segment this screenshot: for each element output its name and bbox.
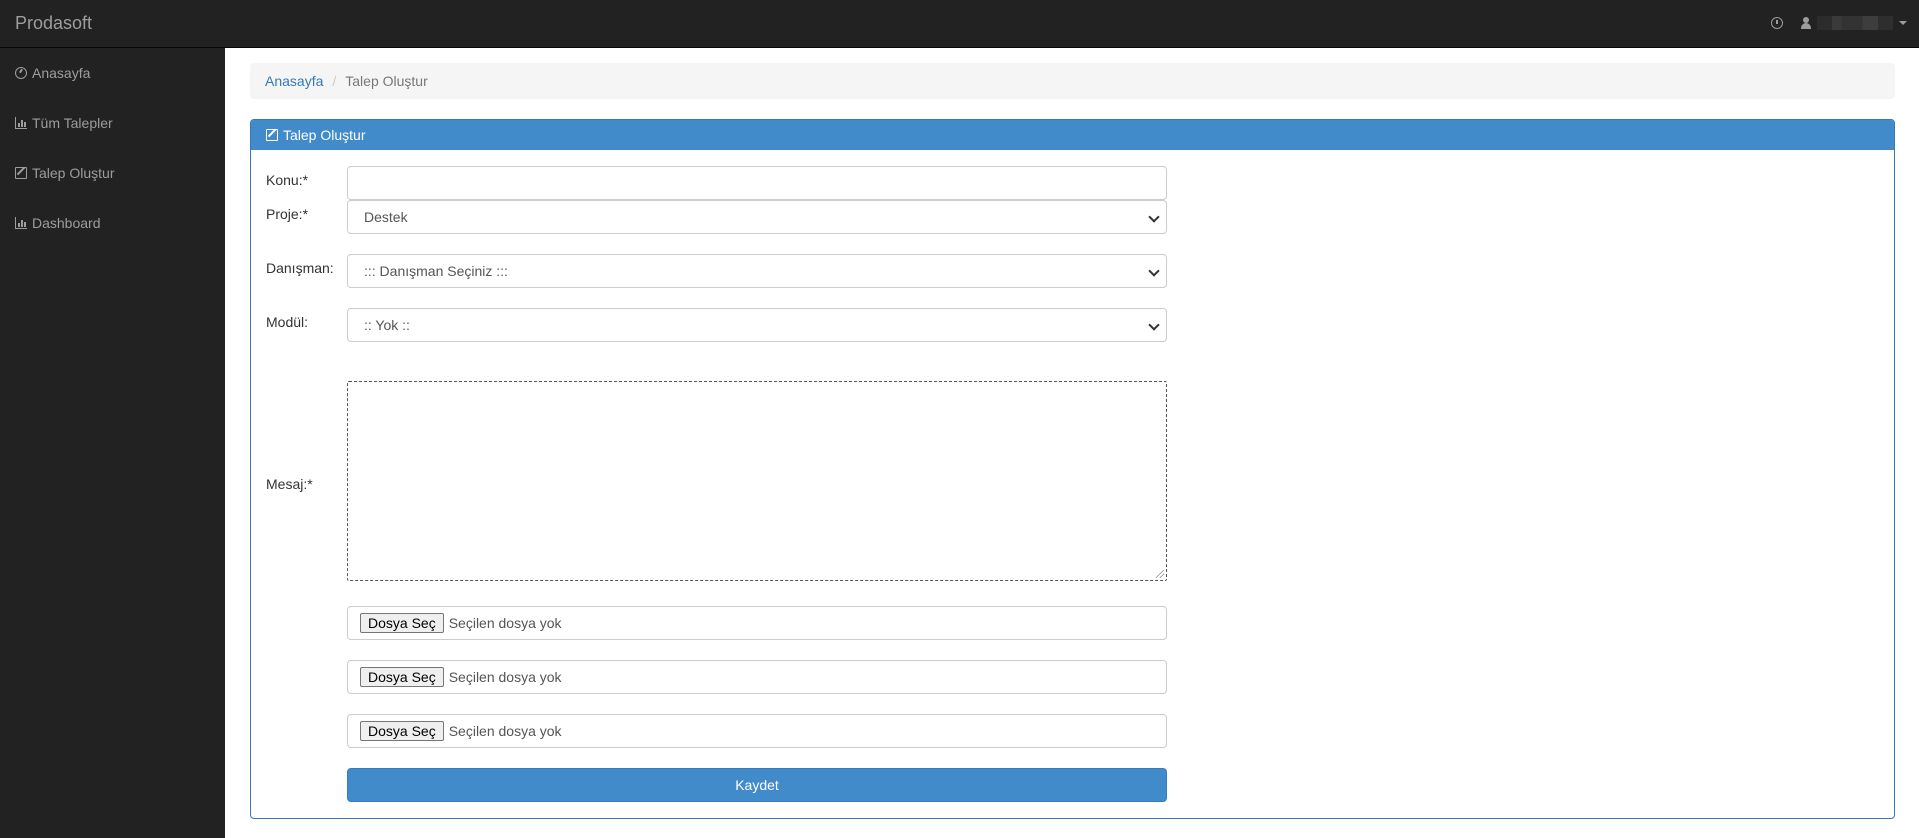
bar-chart-icon	[15, 117, 27, 129]
mesaj-label: Mesaj:*	[266, 476, 313, 492]
sidebar-item-label: Talep Oluştur	[32, 165, 115, 181]
create-request-panel: Talep Oluştur Konu:* Proje:* Destek Danı…	[250, 119, 1895, 819]
file-input-3[interactable]: Dosya Seç Seçilen dosya yok	[347, 714, 1167, 748]
modul-select[interactable]: :: Yok ::	[347, 308, 1167, 342]
konu-input[interactable]	[347, 166, 1167, 200]
modul-label: Modül:	[266, 314, 309, 330]
file-input-1[interactable]: Dosya Seç Seçilen dosya yok	[347, 606, 1167, 640]
resize-handle[interactable]	[1156, 570, 1164, 578]
danisman-label: Danışman:	[266, 260, 334, 276]
danisman-selected-value: ::: Danışman Seçiniz :::	[364, 263, 508, 279]
file-input-2[interactable]: Dosya Seç Seçilen dosya yok	[347, 660, 1167, 694]
konu-label: Konu:*	[266, 172, 309, 188]
danisman-select[interactable]: ::: Danışman Seçiniz :::	[347, 254, 1167, 288]
panel-title: Talep Oluştur	[283, 127, 366, 143]
chevron-down-icon	[1148, 265, 1160, 277]
chevron-down-icon	[1148, 211, 1160, 223]
file-status: Seçilen dosya yok	[448, 723, 562, 739]
sidebar-item-talep-olustur[interactable]: Talep Oluştur	[0, 148, 225, 198]
caret-down-icon	[1899, 21, 1907, 25]
panel-heading: Talep Oluştur	[251, 120, 1894, 150]
file-status: Seçilen dosya yok	[448, 615, 562, 631]
bar-chart-icon	[15, 217, 27, 229]
mesaj-textarea[interactable]	[347, 381, 1167, 581]
file-status: Seçilen dosya yok	[448, 669, 562, 685]
edit-icon	[266, 129, 278, 141]
breadcrumb-current: Talep Oluştur	[345, 73, 428, 89]
choose-file-button[interactable]: Dosya Seç	[360, 667, 444, 687]
breadcrumb-separator: /	[332, 73, 337, 89]
chevron-down-icon	[1148, 319, 1160, 331]
sidebar-item-dashboard[interactable]: Dashboard	[0, 198, 225, 248]
user-icon	[1801, 17, 1811, 29]
clock-icon[interactable]	[1771, 17, 1783, 29]
sidebar: Anasayfa Tüm Talepler Talep Oluştur Dash…	[0, 48, 225, 838]
choose-file-button[interactable]: Dosya Seç	[360, 613, 444, 633]
dashboard-icon	[15, 67, 27, 79]
sidebar-item-label: Anasayfa	[32, 65, 91, 81]
sidebar-item-anasayfa[interactable]: Anasayfa	[0, 48, 225, 98]
proje-label: Proje:*	[266, 206, 309, 222]
proje-selected-value: Destek	[364, 209, 408, 225]
choose-file-button[interactable]: Dosya Seç	[360, 721, 444, 741]
proje-select[interactable]: Destek	[347, 200, 1167, 234]
user-name-redacted	[1817, 16, 1893, 30]
sidebar-item-label: Tüm Talepler	[32, 115, 113, 131]
modul-selected-value: :: Yok ::	[364, 317, 410, 333]
brand-logo[interactable]: Prodasoft	[15, 0, 92, 46]
edit-icon	[15, 167, 27, 179]
user-menu[interactable]	[1801, 16, 1907, 30]
breadcrumb: Anasayfa / Talep Oluştur	[250, 63, 1895, 99]
sidebar-item-label: Dashboard	[32, 215, 101, 231]
save-button[interactable]: Kaydet	[347, 768, 1167, 802]
sidebar-item-tum-talepler[interactable]: Tüm Talepler	[0, 98, 225, 148]
breadcrumb-home-link[interactable]: Anasayfa	[265, 73, 323, 89]
top-navbar: Prodasoft	[0, 0, 1919, 48]
